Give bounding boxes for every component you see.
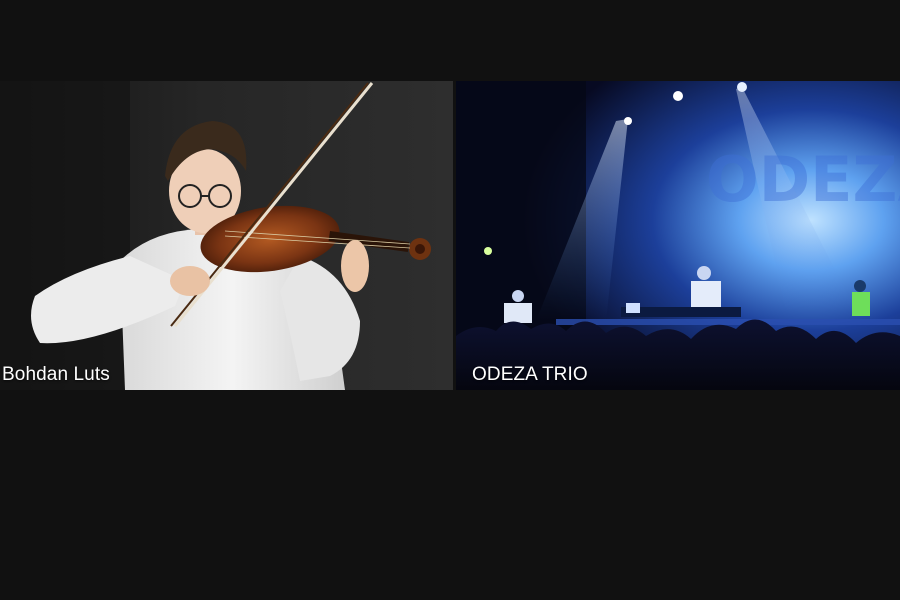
svg-text:ODEZA: ODEZA (706, 143, 900, 216)
artist-card-bohdan-luts[interactable]: Bohdan Luts (0, 81, 453, 390)
artist-card-odeza-trio[interactable]: ODEZA ODEZA TRIO (456, 81, 900, 390)
artist-grid-page: Bohdan Luts ODEZ ODEZA TRIO (0, 0, 900, 600)
artist-name-label: Bohdan Luts (2, 364, 110, 385)
artist-tiles-row: Bohdan Luts ODEZ ODEZA TRIO (0, 81, 900, 390)
violinist-photo (0, 81, 453, 390)
artist-name-label: ODEZA TRIO (472, 364, 588, 385)
concert-stage-photo: ODEZA (456, 81, 900, 390)
